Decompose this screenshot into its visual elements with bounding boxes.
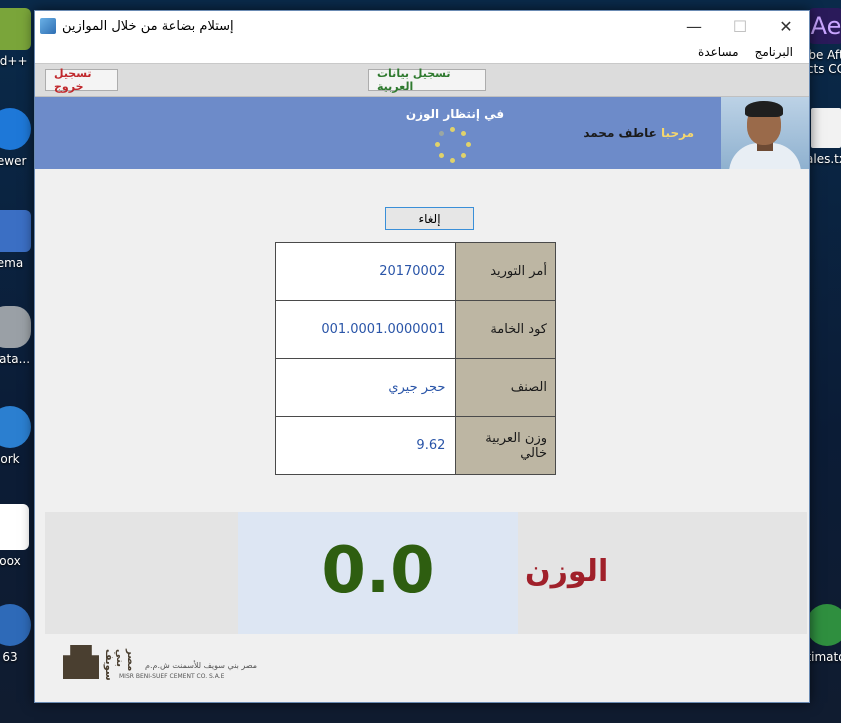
weight-display: 0.0: [238, 512, 518, 634]
close-button[interactable]: ✕: [763, 11, 809, 41]
maximize-button[interactable]: ☐: [717, 11, 763, 41]
app-icon: [40, 18, 56, 34]
window-controls: — ☐ ✕: [671, 11, 809, 41]
material-code-label: كود الخامة: [455, 300, 556, 359]
loading-spinner-icon: [435, 127, 471, 163]
item-value: حجر جيري: [274, 358, 457, 417]
cancel-button[interactable]: إلغاء: [385, 207, 474, 230]
welcome-prefix: مرحبا: [661, 126, 694, 140]
toolbar: تسجيل خروج تسجيل بيانات العربية: [35, 63, 809, 97]
company-logo: مصر بني سويف مصر بني سويف للأسمنت ش.م.م …: [63, 645, 257, 685]
welcome-message: مرحبا عاطف محمد: [583, 126, 694, 140]
weight-label: الوزن: [525, 554, 609, 589]
user-name: عاطف محمد: [583, 126, 657, 140]
delivery-info-table: 20170002 أمر التوريد 001.0001.0000001 كو…: [274, 242, 556, 475]
material-code-value: 001.0001.0000001: [274, 300, 457, 359]
desktop-icon-after-effects[interactable]: Ae be Aft cts CC: [806, 8, 841, 76]
logout-button[interactable]: تسجيل خروج: [45, 67, 118, 93]
company-name-en: MISR BENI-SUEF CEMENT CO. S.A.E: [119, 673, 225, 680]
header-banner: في إنتظار الوزن مرحبا عاطف محمد: [35, 97, 809, 169]
menu-bar: البرنامج مساعدة: [35, 41, 809, 63]
supply-order-label: أمر التوريد: [455, 242, 556, 301]
company-logo-icon: [63, 645, 99, 679]
menu-help[interactable]: مساعدة: [690, 45, 747, 59]
table-row: 20170002 أمر التوريد: [274, 242, 556, 301]
desktop-icon-sales-file[interactable]: ales.txt: [806, 108, 841, 166]
window-title: إستلام بضاعة من خلال الموازين: [62, 18, 234, 34]
desktop-icon-estimator[interactable]: timato: [806, 604, 841, 664]
empty-truck-weight-label: وزن العربية خالي: [455, 416, 556, 475]
app-window: إستلام بضاعة من خلال الموازين — ☐ ✕ البر…: [34, 10, 810, 703]
waiting-status: في إنتظار الوزن: [405, 107, 505, 121]
table-row: 9.62 وزن العربية خالي: [274, 416, 556, 475]
company-name-ar: مصر بني سويف للأسمنت ش.م.م: [145, 661, 258, 670]
after-effects-icon: Ae: [808, 8, 841, 44]
register-truck-button[interactable]: تسجيل بيانات العربية: [368, 67, 486, 93]
item-label: الصنف: [455, 358, 556, 417]
empty-truck-weight-value: 9.62: [274, 416, 457, 475]
weight-value: 0.0: [321, 534, 435, 608]
table-row: حجر جيري الصنف: [274, 358, 556, 417]
user-avatar: [721, 97, 809, 169]
title-bar[interactable]: إستلام بضاعة من خلال الموازين — ☐ ✕: [35, 11, 809, 41]
menu-program[interactable]: البرنامج: [747, 45, 801, 59]
supply-order-value: 20170002: [274, 242, 457, 301]
minimize-button[interactable]: —: [671, 11, 717, 41]
table-row: 001.0001.0000001 كود الخامة: [274, 300, 556, 359]
weight-panel: 0.0 الوزن: [45, 512, 807, 634]
main-content: إلغاء 20170002 أمر التوريد 001.0001.0000…: [35, 169, 809, 513]
